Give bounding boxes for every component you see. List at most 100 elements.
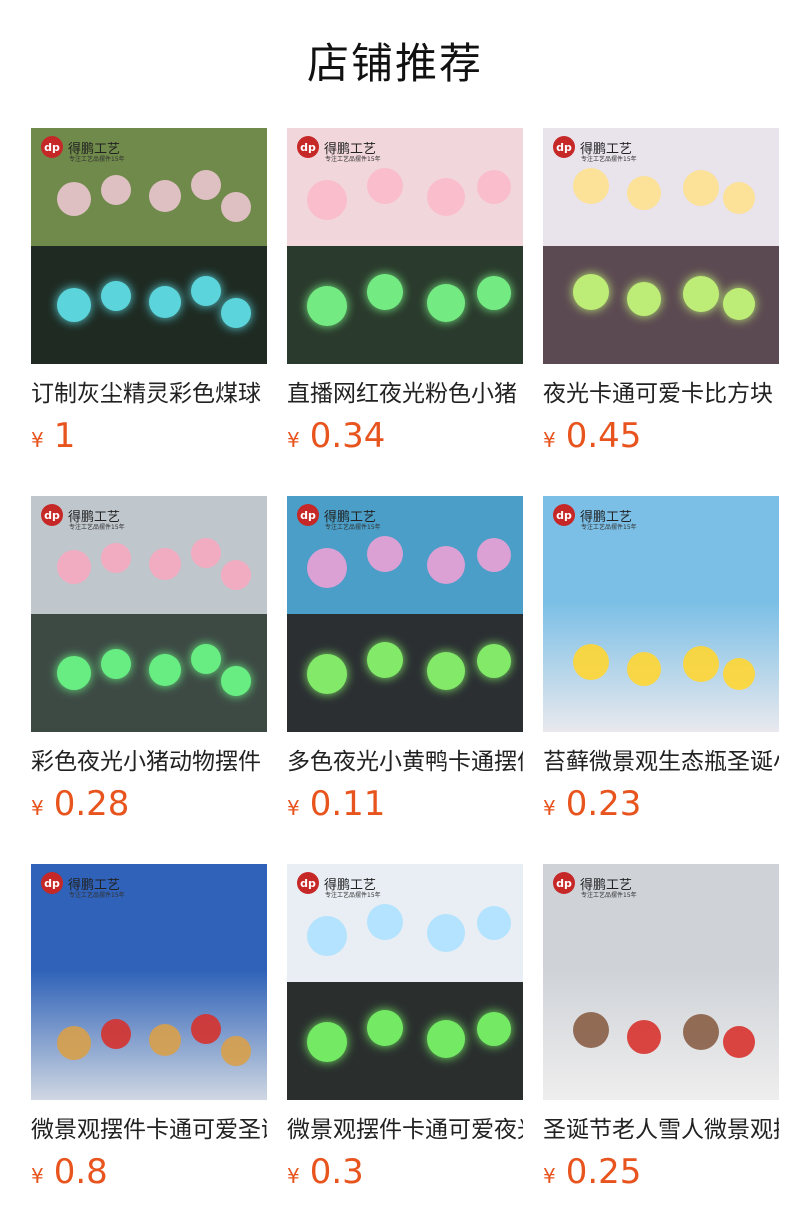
currency-symbol: ¥ [287, 1164, 300, 1188]
brand-logo: dp 得鹏工艺 专注工艺品摆件15年 [41, 872, 125, 899]
figurine-shape [307, 916, 347, 956]
brand-tagline: 专注工艺品摆件15年 [581, 892, 637, 899]
product-price: ¥0.3 [287, 1152, 523, 1198]
brand-tagline: 专注工艺品摆件15年 [69, 156, 125, 163]
brand-tagline: 专注工艺品摆件15年 [325, 892, 381, 899]
glowing-figurine-shape [477, 644, 511, 678]
figurine-shape [367, 536, 403, 572]
glowing-figurine-shape [149, 654, 181, 686]
brand-logo: dp 得鹏工艺 专注工艺品摆件15年 [41, 136, 125, 163]
product-card[interactable]: dp 得鹏工艺 专注工艺品摆件15年 直播网红夜光粉色小猪 ¥0.34 [287, 128, 523, 462]
product-card[interactable]: dp得鹏工艺专注工艺品摆件15年 微景观摆件卡通可爱夜光鸭 ¥0.3 [287, 864, 523, 1198]
brand-logo: dp 得鹏工艺 专注工艺品摆件15年 [297, 504, 381, 531]
product-card[interactable]: dp 得鹏工艺 专注工艺品摆件15年 多色夜光小黄鸭卡通摆件 ¥0.11 [287, 496, 523, 830]
product-image[interactable]: dp 得鹏工艺 专注工艺品摆件15年 [543, 128, 779, 364]
product-photo-bottom [287, 246, 523, 364]
product-price: ¥0.23 [543, 784, 779, 830]
figurine-shape [101, 543, 131, 573]
glowing-figurine-shape [723, 288, 755, 320]
glowing-figurine-shape [427, 284, 465, 322]
product-card[interactable]: dp 得鹏工艺 专注工艺品摆件15年 微景观摆件卡通可爱圣诞 ¥0.8 [31, 864, 267, 1198]
price-value: 0.8 [53, 1152, 108, 1192]
figurine-shape [573, 644, 609, 680]
currency-symbol: ¥ [543, 1164, 556, 1188]
product-name[interactable]: 直播网红夜光粉色小猪 [287, 378, 523, 410]
brand-tagline: 专注工艺品摆件15年 [69, 524, 125, 531]
product-name[interactable]: 彩色夜光小猪动物摆件 [31, 746, 267, 778]
glowing-figurine-shape [627, 282, 661, 316]
glowing-figurine-shape [683, 276, 719, 312]
product-image[interactable]: dp 得鹏工艺 专注工艺品摆件15年 [31, 496, 267, 732]
currency-symbol: ¥ [31, 428, 44, 452]
price-value: 1 [53, 416, 76, 456]
brand-logo-icon: dp [41, 504, 63, 526]
product-name[interactable]: 圣诞节老人雪人微景观摆件 [543, 1114, 779, 1146]
product-price: ¥0.8 [31, 1152, 267, 1198]
product-image[interactable]: dp 得鹏工艺 专注工艺品摆件15年 [287, 864, 523, 1100]
glowing-figurine-shape [367, 274, 403, 310]
currency-symbol: ¥ [31, 1164, 44, 1188]
brand-logo-icon: dp [41, 136, 63, 158]
product-card[interactable]: dp 得鹏工艺 专注工艺品摆件15年 夜光卡通可爱卡比方块 ¥0.45 [543, 128, 779, 462]
glowing-figurine-shape [57, 288, 91, 322]
currency-symbol: ¥ [287, 796, 300, 820]
product-name[interactable]: 苔藓微景观生态瓶圣诞小黄鸭 [543, 746, 779, 778]
product-image[interactable]: dp 得鹏工艺 专注工艺品摆件15年 [287, 128, 523, 364]
figurine-shape [627, 1020, 661, 1054]
figurine-shape [723, 182, 755, 214]
product-price: ¥0.11 [287, 784, 523, 830]
product-photo-bottom [287, 982, 523, 1100]
figurine-shape [149, 180, 181, 212]
figurine-shape [191, 1014, 221, 1044]
figurine-shape [723, 1026, 755, 1058]
product-image[interactable]: dp 得鹏工艺 专注工艺品摆件15年 [31, 128, 267, 364]
figurine-shape [307, 180, 347, 220]
glowing-figurine-shape [477, 1012, 511, 1046]
figurine-shape [427, 178, 465, 216]
brand-tagline: 专注工艺品摆件15年 [325, 524, 381, 531]
figurine-shape [307, 548, 347, 588]
product-image[interactable]: dp 得鹏工艺 专注工艺品摆件15年 [31, 864, 267, 1100]
product-name[interactable]: 多色夜光小黄鸭卡通摆件 [287, 746, 523, 778]
glowing-figurine-shape [307, 654, 347, 694]
figurine-shape [101, 1019, 131, 1049]
brand-logo-icon: dp [297, 872, 319, 894]
product-price: ¥0.34 [287, 416, 523, 462]
brand-logo-icon: dp [553, 872, 575, 894]
glowing-figurine-shape [573, 274, 609, 310]
price-value: 0.23 [565, 784, 642, 824]
figurine-shape [683, 1014, 719, 1050]
price-value: 0.45 [565, 416, 642, 456]
price-value: 0.25 [565, 1152, 642, 1192]
price-value: 0.28 [53, 784, 130, 824]
glowing-figurine-shape [477, 276, 511, 310]
product-name[interactable]: 微景观摆件卡通可爱圣诞 [31, 1114, 267, 1146]
product-name[interactable]: 微景观摆件卡通可爱夜光鸭 [287, 1114, 523, 1146]
brand-logo: dp 得鹏工艺 专注工艺品摆件15年 [553, 872, 637, 899]
product-price: ¥1 [31, 416, 267, 462]
glowing-figurine-shape [191, 276, 221, 306]
product-image[interactable]: dp 得鹏工艺 专注工艺品摆件15年 [543, 864, 779, 1100]
product-card[interactable]: dp得鹏工艺专注工艺品摆件15年 圣诞节老人雪人微景观摆件 ¥0.25 [543, 864, 779, 1198]
product-card[interactable]: dp得鹏工艺专注工艺品摆件15年 苔藓微景观生态瓶圣诞小黄鸭 ¥0.23 [543, 496, 779, 830]
product-name[interactable]: 夜光卡通可爱卡比方块 [543, 378, 779, 410]
figurine-shape [57, 182, 91, 216]
product-image[interactable]: dp 得鹏工艺 专注工艺品摆件15年 [287, 496, 523, 732]
figurine-shape [477, 906, 511, 940]
product-card[interactable]: dp 得鹏工艺 专注工艺品摆件15年 订制灰尘精灵彩色煤球 ¥1 [31, 128, 267, 462]
brand-tagline: 专注工艺品摆件15年 [581, 156, 637, 163]
product-card[interactable]: dp 得鹏工艺 专注工艺品摆件15年 彩色夜光小猪动物摆件 ¥0.28 [31, 496, 267, 830]
currency-symbol: ¥ [543, 796, 556, 820]
figurine-shape [573, 1012, 609, 1048]
product-photo-bottom [543, 246, 779, 364]
product-image[interactable]: dp 得鹏工艺 专注工艺品摆件15年 [543, 496, 779, 732]
figurine-shape [57, 550, 91, 584]
product-name[interactable]: 订制灰尘精灵彩色煤球 [31, 378, 267, 410]
brand-logo: dp 得鹏工艺 专注工艺品摆件15年 [297, 136, 381, 163]
figurine-shape [221, 192, 251, 222]
product-photo-bottom [31, 614, 267, 732]
price-value: 0.11 [309, 784, 386, 824]
page-title: 店铺推荐 [306, 39, 483, 88]
currency-symbol: ¥ [287, 428, 300, 452]
glowing-figurine-shape [367, 1010, 403, 1046]
